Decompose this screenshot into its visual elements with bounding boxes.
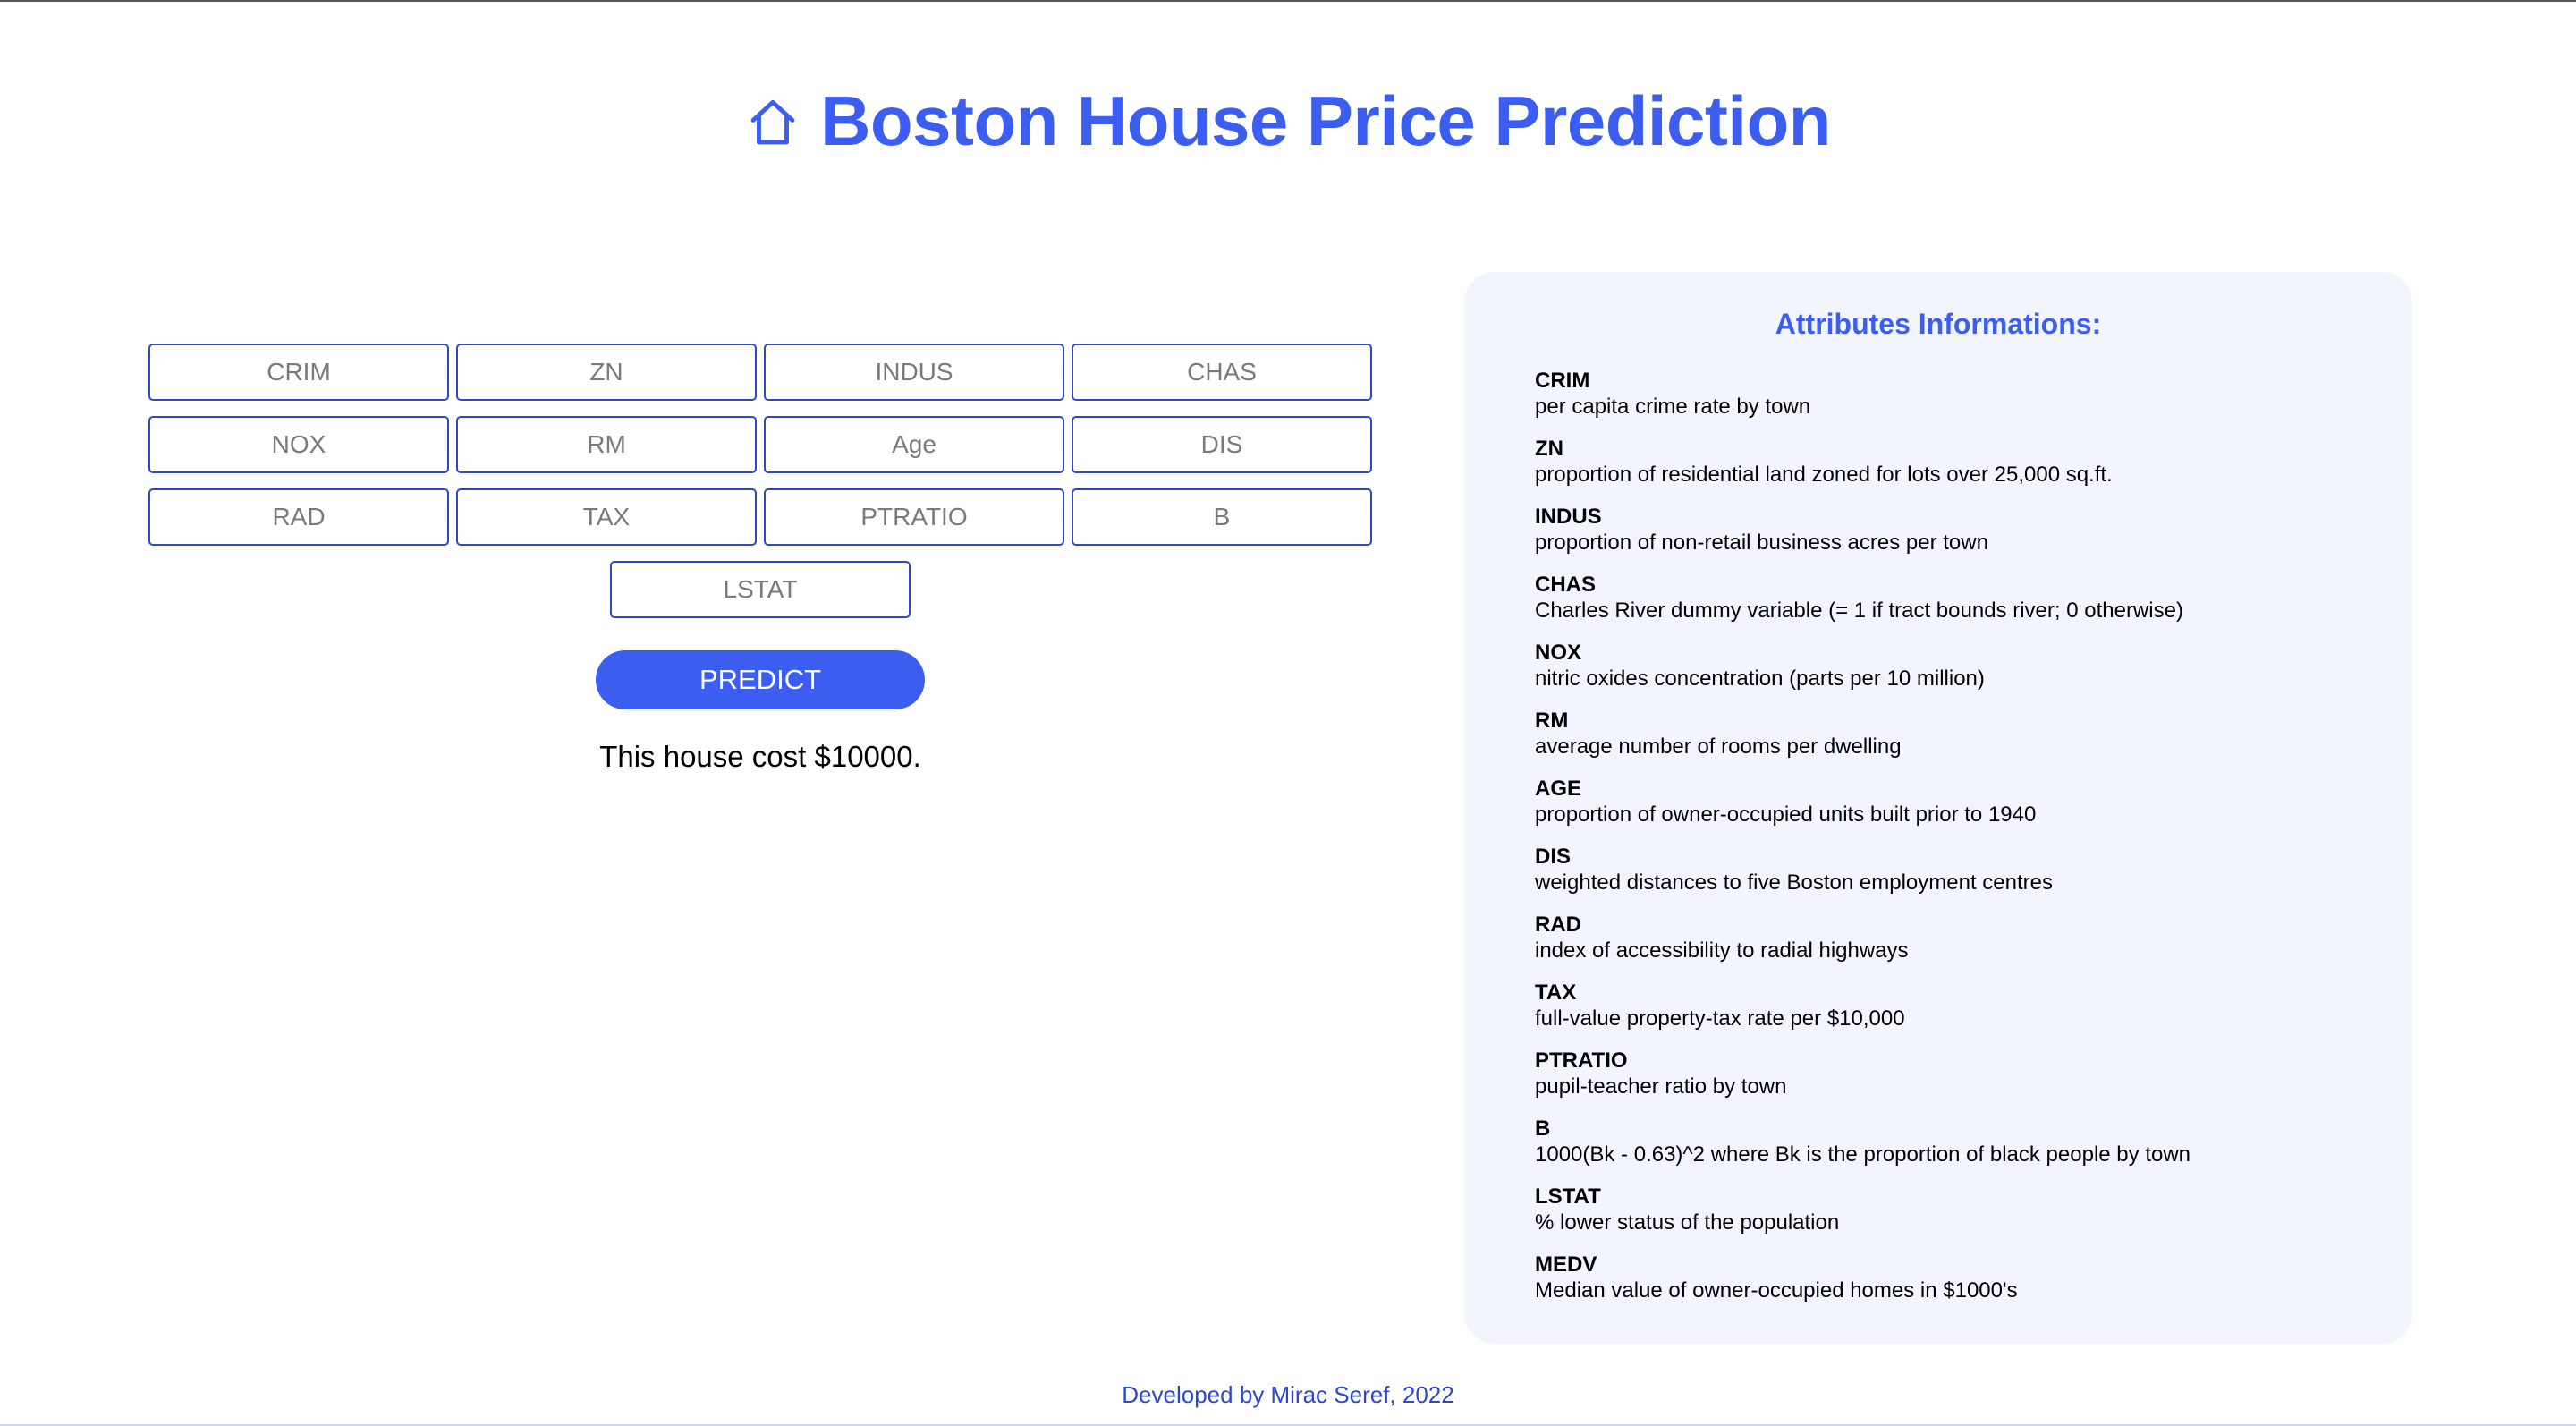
attribute-description: 1000(Bk - 0.63)^2 where Bk is the propor… xyxy=(1535,1142,2191,1167)
attribute-item-indus: INDUS proportion of non-retail business … xyxy=(1535,504,2359,556)
attribute-item-chas: CHAS Charles River dummy variable (= 1 i… xyxy=(1535,572,2359,624)
attribute-item-lstat: LSTAT % lower status of the population xyxy=(1535,1184,2359,1235)
attribute-description: proportion of residential land zoned for… xyxy=(1535,463,2113,487)
dis-input[interactable] xyxy=(1072,416,1372,473)
zn-input[interactable] xyxy=(456,344,757,401)
attribute-description: nitric oxides concentration (parts per 1… xyxy=(1535,666,1985,691)
attribute-name: AGE xyxy=(1535,777,1582,801)
attribute-name: CHAS xyxy=(1535,573,1597,597)
attribute-description: per capita crime rate by town xyxy=(1535,395,1811,419)
attribute-name: RM xyxy=(1535,709,1569,733)
attribute-name: INDUS xyxy=(1535,505,1602,529)
prediction-form: PREDICT This house cost $10000. xyxy=(148,344,1372,774)
attribute-description: pupil-teacher ratio by town xyxy=(1535,1074,1787,1099)
tax-input[interactable] xyxy=(456,488,757,546)
ptratio-input[interactable] xyxy=(764,488,1064,546)
age-input[interactable] xyxy=(764,416,1064,473)
attribute-name: CRIM xyxy=(1535,369,1590,393)
info-title: Attributes Informations: xyxy=(1775,308,2102,340)
attribute-item-age: AGE proportion of owner-occupied units b… xyxy=(1535,776,2359,828)
attribute-item-rad: RAD index of accessibility to radial hig… xyxy=(1535,912,2359,963)
attribute-name: B xyxy=(1535,1116,1551,1141)
crim-input[interactable] xyxy=(148,344,449,401)
result-row: This house cost $10000. xyxy=(148,740,1372,774)
predict-button[interactable]: PREDICT xyxy=(596,650,925,709)
attribute-item-medv: MEDV Median value of owner-occupied home… xyxy=(1535,1252,2359,1303)
attribute-item-zn: ZN proportion of residential land zoned … xyxy=(1535,436,2359,488)
attribute-name: LSTAT xyxy=(1535,1184,1601,1209)
attribute-description: full-value property-tax rate per $10,000 xyxy=(1535,1006,1905,1031)
attribute-description: weighted distances to five Boston employ… xyxy=(1535,870,2053,895)
attributes-info-panel: Attributes Informations: CRIM per capita… xyxy=(1464,272,2412,1344)
home-icon xyxy=(750,99,795,144)
page-header: Boston House Price Prediction xyxy=(0,81,2576,162)
lstat-input[interactable] xyxy=(610,561,911,618)
lstat-row xyxy=(148,561,1372,618)
rad-input[interactable] xyxy=(148,488,449,546)
attribute-list: CRIM per capita crime rate by town ZN pr… xyxy=(1535,368,2359,1303)
attribute-name: TAX xyxy=(1535,980,1577,1005)
attribute-item-b: B 1000(Bk - 0.63)^2 where Bk is the prop… xyxy=(1535,1116,2359,1167)
attribute-description: proportion of non-retail business acres … xyxy=(1535,531,1988,555)
page-footer: Developed by Mirac Seref, 2022 xyxy=(0,1381,2576,1409)
attribute-description: proportion of owner-occupied units built… xyxy=(1535,802,2037,827)
footer-credit: Developed by Mirac Seref, 2022 xyxy=(1122,1381,1454,1408)
attribute-input-grid xyxy=(148,344,1372,546)
attribute-name: PTRATIO xyxy=(1535,1048,1628,1073)
b-input[interactable] xyxy=(1072,488,1372,546)
predict-row: PREDICT xyxy=(148,650,1372,709)
attribute-item-crim: CRIM per capita crime rate by town xyxy=(1535,368,2359,420)
indus-input[interactable] xyxy=(764,344,1064,401)
attribute-item-rm: RM average number of rooms per dwelling xyxy=(1535,708,2359,760)
rm-input[interactable] xyxy=(456,416,757,473)
attribute-name: NOX xyxy=(1535,641,1582,665)
attribute-description: Median value of owner-occupied homes in … xyxy=(1535,1278,2018,1303)
attribute-name: MEDV xyxy=(1535,1252,1597,1277)
prediction-result: This house cost $10000. xyxy=(599,740,921,773)
attribute-name: RAD xyxy=(1535,912,1581,937)
page-title: Boston House Price Prediction xyxy=(820,81,1831,160)
attribute-item-nox: NOX nitric oxides concentration (parts p… xyxy=(1535,640,2359,692)
attribute-description: average number of rooms per dwelling xyxy=(1535,734,1902,759)
chas-input[interactable] xyxy=(1072,344,1372,401)
attribute-description: Charles River dummy variable (= 1 if tra… xyxy=(1535,598,2183,623)
attribute-name: DIS xyxy=(1535,845,1572,869)
attribute-name: ZN xyxy=(1535,437,1563,461)
attribute-description: index of accessibility to radial highway… xyxy=(1535,938,1909,963)
attribute-item-tax: TAX full-value property-tax rate per $10… xyxy=(1535,980,2359,1031)
attribute-item-ptratio: PTRATIO pupil-teacher ratio by town xyxy=(1535,1048,2359,1099)
nox-input[interactable] xyxy=(148,416,449,473)
attribute-description: % lower status of the population xyxy=(1535,1210,1840,1235)
attribute-item-dis: DIS weighted distances to five Boston em… xyxy=(1535,844,2359,895)
